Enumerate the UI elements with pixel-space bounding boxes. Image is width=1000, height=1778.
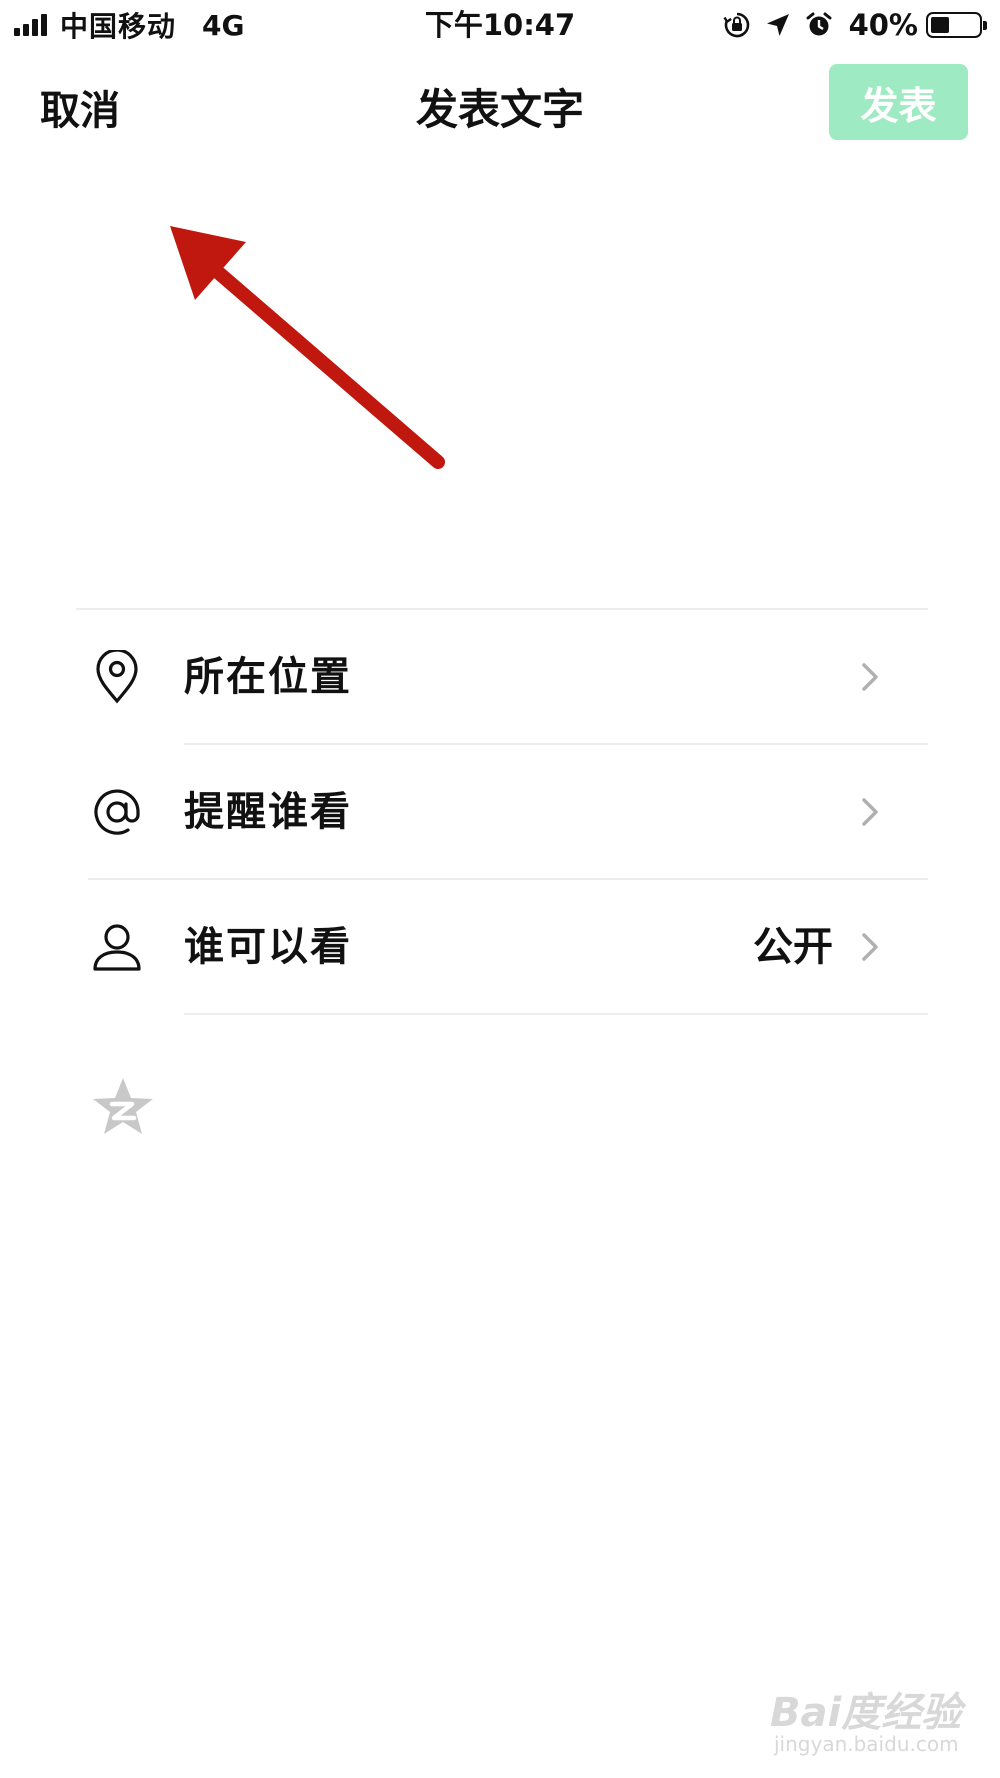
alarm-icon [805, 11, 833, 39]
battery-nub [983, 21, 987, 30]
qzone-icon[interactable] [90, 1075, 156, 1141]
person-icon [90, 920, 144, 974]
watermark: Bai度经验 jingyan.baidu.com [770, 1680, 980, 1760]
option-row-mention[interactable]: 提醒谁看 [76, 745, 928, 879]
chevron-right-icon [862, 663, 878, 691]
option-label: 所在位置 [184, 654, 352, 700]
location-arrow-icon [765, 12, 791, 38]
battery-percent: 40% [848, 8, 918, 42]
publish-button[interactable]: 发表 [829, 64, 968, 140]
visibility-value: 公开 [753, 924, 833, 970]
option-row-location[interactable]: 所在位置 [76, 610, 928, 744]
watermark-sub: jingyan.baidu.com [774, 1732, 959, 1756]
option-row-visibility[interactable]: 谁可以看 公开 [76, 880, 928, 1014]
watermark-main: Bai度经验 [770, 1690, 962, 1736]
nav-bar: 取消 发表文字 发表 [0, 50, 1000, 150]
status-right: 40% [709, 6, 987, 44]
at-sign-icon [90, 785, 144, 839]
chevron-right-icon [862, 798, 878, 826]
status-bar: 中国移动 4G 下午10:47 40% [0, 0, 1000, 50]
option-label: 谁可以看 [184, 924, 352, 970]
compose-text-input[interactable] [76, 160, 930, 594]
battery-icon [926, 12, 987, 38]
chevron-right-icon [862, 933, 878, 961]
location-pin-icon [90, 650, 144, 704]
divider [184, 1013, 928, 1015]
battery-fill [931, 17, 949, 33]
option-label: 提醒谁看 [184, 789, 352, 835]
orientation-lock-icon [723, 11, 751, 39]
